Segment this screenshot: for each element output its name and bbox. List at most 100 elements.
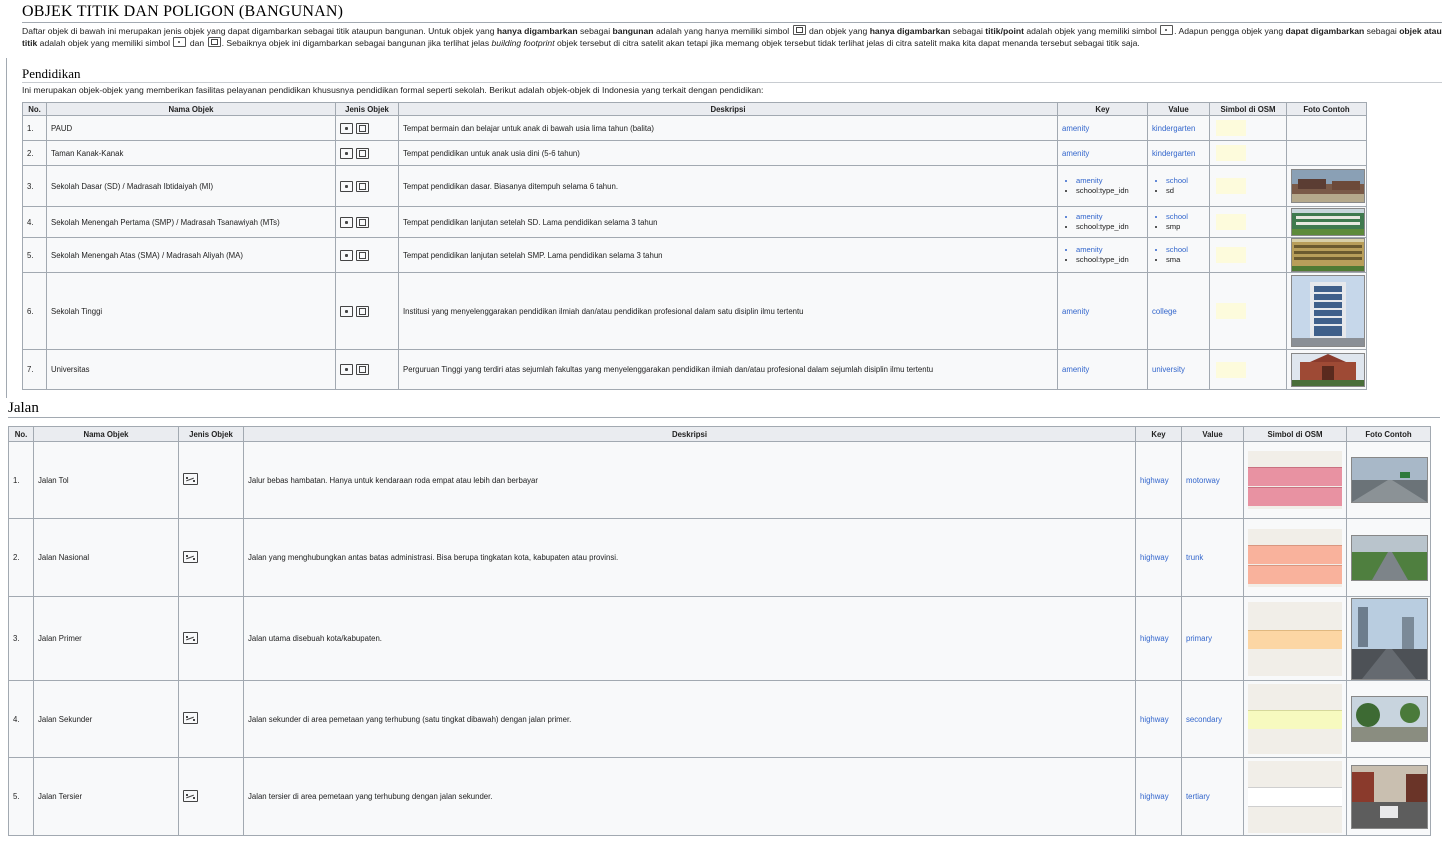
key-link[interactable]: highway [1135, 518, 1182, 597]
object-name: Jalan Tol [33, 441, 179, 519]
row-number: 1. [22, 115, 47, 141]
object-type [178, 596, 244, 681]
osm-symbol [1243, 518, 1347, 597]
road-band [1248, 710, 1342, 729]
object-type [335, 206, 399, 238]
value-link[interactable]: tertiary [1181, 757, 1244, 836]
key-list: amenityschool:type_idn [1057, 165, 1148, 207]
object-name: Taman Kanak-Kanak [46, 140, 336, 166]
value-link[interactable]: school [1166, 245, 1205, 255]
osm-symbol-swatch [1216, 145, 1246, 161]
key-list: amenityschool:type_idn [1057, 206, 1148, 238]
row-number: 3. [22, 165, 47, 207]
line-icon [183, 789, 198, 802]
section-title-pendidikan: Pendidikan [22, 66, 81, 81]
point-symbol-icon [173, 36, 187, 47]
section-divider [8, 417, 1440, 418]
point-symbol-icon [1160, 25, 1174, 35]
key-link[interactable]: amenity [1057, 272, 1148, 350]
object-description: Tempat pendidikan lanjutan setelah SMP. … [398, 237, 1058, 273]
value-link[interactable]: college [1147, 272, 1210, 350]
value-link[interactable]: trunk [1181, 518, 1244, 597]
row-number: 2. [22, 140, 47, 166]
object-type [335, 272, 399, 350]
table-row: 7. Universitas Perguruan Tinggi yang ter… [22, 349, 1367, 390]
col-header-value: Value [1147, 102, 1210, 116]
osm-symbol [1209, 349, 1287, 390]
key-link[interactable]: highway [1135, 441, 1182, 519]
value-link[interactable]: kindergarten [1147, 115, 1210, 141]
object-name: Jalan Tersier [33, 757, 179, 836]
value-link[interactable]: primary [1181, 596, 1244, 681]
value-list: schoolsma [1147, 237, 1210, 273]
road-band [1248, 487, 1342, 506]
college-photo [1291, 275, 1365, 347]
value-link[interactable]: kindergarten [1147, 140, 1210, 166]
object-description: Jalan utama disebuah kota/kabupaten. [243, 596, 1136, 681]
key-link[interactable]: amenity [1076, 176, 1143, 186]
point-icon [340, 249, 353, 261]
road-symbol [1248, 601, 1342, 676]
object-type [335, 165, 399, 207]
table-row: 3. Jalan Primer Jalan utama disebuah kot… [8, 596, 1431, 681]
key-link[interactable]: amenity [1076, 245, 1143, 255]
jalan-table: No. Nama Objek Jenis Objek Deskripsi Key… [8, 426, 1431, 836]
row-number: 6. [22, 272, 47, 350]
polygon-icon [356, 305, 369, 317]
object-type [335, 115, 399, 141]
col-header-name: Nama Objek [46, 102, 336, 116]
col-header-no: No. [8, 426, 34, 442]
object-name: Sekolah Tinggi [46, 272, 336, 350]
col-header-value: Value [1181, 426, 1244, 442]
col-header-photo: Foto Contoh [1286, 102, 1367, 116]
road-symbol [1248, 760, 1342, 833]
key-link[interactable]: highway [1135, 596, 1182, 681]
row-number: 2. [8, 518, 34, 597]
object-type [335, 237, 399, 273]
row-number: 5. [22, 237, 47, 273]
key-link[interactable]: highway [1135, 757, 1182, 836]
key-link[interactable]: highway [1135, 680, 1182, 758]
object-type [178, 680, 244, 758]
line-icon [183, 473, 198, 485]
object-type [178, 757, 244, 836]
section-intro: Ini merupakan objek-objek yang memberika… [22, 85, 764, 95]
object-description: Tempat pendidikan untuk anak usia dini (… [398, 140, 1058, 166]
photo-cell [1286, 140, 1367, 166]
col-header-key: Key [1135, 426, 1182, 442]
key-link[interactable]: amenity [1057, 140, 1148, 166]
key-link[interactable]: amenity [1057, 349, 1148, 390]
value-link[interactable]: school [1166, 176, 1205, 186]
value-text: sd [1166, 186, 1205, 196]
table-row: 3. Sekolah Dasar (SD) / Madrasah Ibtidai… [22, 165, 1367, 207]
key-link[interactable]: amenity [1057, 115, 1148, 141]
value-link[interactable]: motorway [1181, 441, 1244, 519]
school-photo [1291, 238, 1365, 272]
road-symbol [1248, 684, 1342, 754]
page-title: OBJEK TITIK DAN POLIGON (BANGUNAN) [22, 3, 344, 20]
key-link[interactable]: amenity [1076, 212, 1143, 222]
value-link[interactable]: secondary [1181, 680, 1244, 758]
object-description: Tempat bermain dan belajar untuk anak di… [398, 115, 1058, 141]
school-photo [1291, 169, 1365, 203]
polygon-symbol-icon [792, 25, 806, 35]
col-header-symbol: Simbol di OSM [1209, 102, 1287, 116]
photo-cell [1346, 757, 1431, 836]
row-number: 5. [8, 757, 34, 836]
object-name: Jalan Primer [33, 596, 179, 681]
table-row: 5. Jalan Tersier Jalan tersier di area p… [8, 757, 1431, 836]
col-header-desc: Deskripsi [243, 426, 1136, 442]
photo-cell [1286, 272, 1367, 350]
object-description: Perguruan Tinggi yang terdiri atas sejum… [398, 349, 1058, 390]
osm-symbol [1243, 441, 1347, 519]
object-name: Sekolah Dasar (SD) / Madrasah Ibtidaiyah… [46, 165, 336, 207]
table-row: 6. Sekolah Tinggi Institusi yang menyele… [22, 272, 1367, 350]
osm-symbol-swatch [1216, 361, 1246, 378]
point-icon [340, 180, 353, 192]
point-icon [340, 147, 353, 159]
value-link[interactable]: school [1166, 212, 1205, 222]
polygon-symbol-icon [207, 36, 221, 47]
value-link[interactable]: university [1147, 349, 1210, 390]
col-header-key: Key [1057, 102, 1148, 116]
school-photo [1291, 208, 1365, 236]
